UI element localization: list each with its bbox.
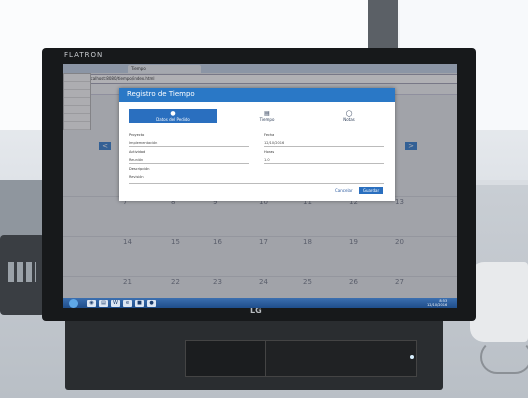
start-button[interactable] <box>69 299 78 308</box>
tab-label: Notas <box>343 117 355 122</box>
proyecto-field[interactable]: Implementación <box>129 140 249 147</box>
app-icon[interactable]: ■ <box>135 300 144 307</box>
taskbar-clock: 8:53 12/10/2016 <box>427 299 447 307</box>
horas-label: Horas <box>264 150 275 154</box>
app-icon[interactable]: ● <box>147 300 156 307</box>
tab-label: Tiempo <box>259 117 275 122</box>
horas-field[interactable]: 1.0 <box>264 157 384 164</box>
chat-icon: ◯ <box>345 110 353 117</box>
tab-label: Datos del Pedido <box>156 117 190 122</box>
actividad-label: Actividad <box>129 150 146 154</box>
descripcion-label: Descripción <box>129 167 150 171</box>
actividad-field[interactable]: Reunión <box>129 157 249 164</box>
fecha-label: Fecha <box>264 133 275 137</box>
phone-cord <box>480 340 528 374</box>
cancel-button[interactable]: Cancelar <box>335 188 353 193</box>
clock-date: 12/10/2016 <box>427 303 448 307</box>
tab-notas[interactable]: ◯ Notas <box>319 109 379 123</box>
drive-bay <box>185 340 267 377</box>
time-entry-modal: Registro de Tiempo ● Datos del Pedido ▤ … <box>119 88 395 201</box>
proyecto-label: Proyecto <box>129 133 145 137</box>
tab-tiempo[interactable]: ▤ Tiempo <box>237 109 297 123</box>
power-led <box>410 355 414 359</box>
drive-bay <box>265 340 417 377</box>
person-icon: ● <box>170 110 176 117</box>
tab-datos-pedido[interactable]: ● Datos del Pedido <box>129 109 217 123</box>
window-frame <box>368 0 398 55</box>
word-icon[interactable]: W <box>111 300 120 307</box>
monitor-screen: Tiempo localhost:8080/tiempo/index.html … <box>63 64 457 308</box>
descripcion-field[interactable]: Revisión <box>129 174 384 184</box>
fecha-field[interactable]: 12/10/2016 <box>264 140 384 147</box>
modal-title: Registro de Tiempo <box>127 90 195 98</box>
ie-icon[interactable]: e <box>123 300 132 307</box>
phone-handset <box>470 262 528 342</box>
list-icon: ▤ <box>264 110 270 117</box>
folder-icon[interactable]: ▤ <box>99 300 108 307</box>
save-button[interactable]: Guardar <box>359 187 383 194</box>
phone-keypad <box>8 262 36 282</box>
monitor-brand: FLATRON <box>64 51 104 59</box>
browser-icon[interactable]: ◉ <box>87 300 96 307</box>
